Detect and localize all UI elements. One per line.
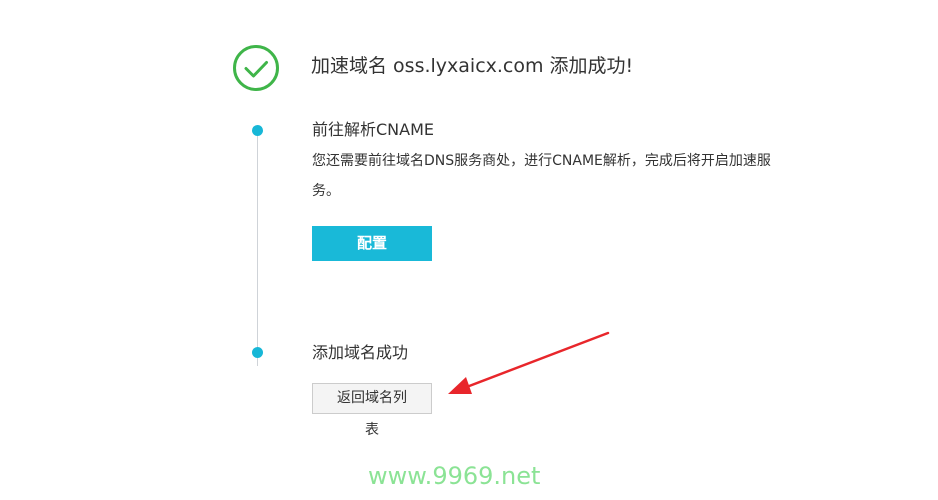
watermark: www.9969.net: [368, 462, 541, 490]
config-button[interactable]: 配置: [312, 226, 432, 261]
red-arrow-annotation: [448, 331, 610, 394]
step-1-description: 您还需要前往域名DNS服务商处，进行CNAME解析，完成后将开启加速服务。: [312, 153, 771, 199]
step-2-dot: [252, 347, 263, 358]
check-circle-icon: [233, 45, 279, 91]
step-1-dot: [252, 125, 263, 136]
timeline-line: [257, 130, 258, 366]
step-2-title: 添加域名成功: [312, 343, 409, 362]
step-1-title: 前往解析CNAME: [312, 120, 435, 139]
page-title: 加速域名 oss.lyxaicx.com 添加成功!: [311, 55, 634, 77]
back-button-label-overflow: 表: [365, 422, 379, 438]
back-to-domain-list-button[interactable]: 返回域名列: [312, 383, 432, 414]
